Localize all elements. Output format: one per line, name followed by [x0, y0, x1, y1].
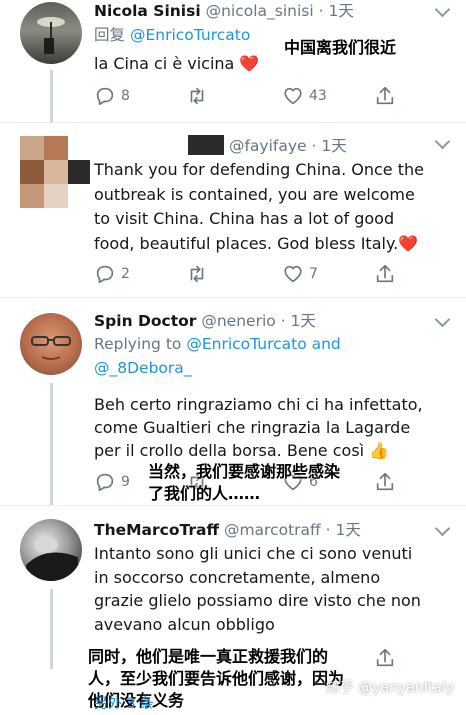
avatar[interactable] [20, 313, 82, 375]
share-button[interactable] [374, 85, 396, 107]
reply-button[interactable]: 9 [94, 471, 130, 493]
reply-context-line2: @_8Debora_ [94, 359, 192, 377]
chevron-down-icon[interactable] [434, 133, 451, 150]
handle[interactable]: @marcotraff [224, 521, 321, 539]
like-count: 7 [309, 266, 318, 282]
action-bar: 2 7 [94, 263, 424, 289]
reply-count: 9 [121, 474, 130, 490]
display-name[interactable]: TheMarcoTraff [94, 521, 219, 539]
retweet-icon [190, 265, 204, 283]
share-icon [376, 472, 394, 491]
avatar-photo [31, 336, 71, 360]
like-button[interactable]: 43 [282, 85, 327, 107]
translation-caption-2: 当然，我们要感谢那些感染 了我们的人…… [148, 462, 341, 503]
tweet-header: Spin Doctor @nenerio · 1天 [94, 309, 316, 331]
share-button[interactable] [374, 647, 396, 669]
share-icon [376, 86, 394, 105]
reply-button[interactable]: 8 [94, 85, 130, 107]
avatar-photo [37, 17, 65, 54]
timestamp[interactable]: · 1天 [281, 312, 316, 330]
reply-prefix: 回复 [94, 26, 126, 44]
reply-context: Replying to @EnricoTurcato and [94, 335, 341, 353]
thread-line [50, 70, 53, 122]
share-button[interactable] [374, 471, 396, 493]
tweet-header: Nicola Sinisi @nicola_sinisi · 1天 [94, 0, 354, 21]
retweet-button[interactable] [186, 263, 213, 285]
heart-icon [284, 87, 302, 105]
more-replies-link[interactable]: 另外 3 条 [94, 694, 154, 715]
chevron-down-icon[interactable] [434, 520, 451, 537]
avatar[interactable] [20, 136, 92, 208]
display-name[interactable]: Spin Doctor [94, 312, 196, 330]
reply-prefix: Replying to [94, 335, 182, 353]
tweet-text: Thank you for defending China. Once the … [94, 160, 424, 253]
avatar[interactable] [20, 519, 82, 581]
thread-line [50, 383, 53, 505]
reply-count: 2 [121, 266, 130, 282]
tweet-text: la Cina ci è vicina ❤️ [94, 54, 260, 73]
avatar-photo [26, 537, 78, 581]
retweet-icon [190, 87, 204, 105]
handle[interactable]: @nicola_sinisi [206, 2, 314, 20]
reply-icon [96, 87, 114, 106]
timestamp[interactable]: · 1天 [311, 137, 346, 155]
tweet-header: @fayifaye · 1天 [188, 134, 347, 156]
reply-count: 8 [121, 88, 130, 104]
chevron-down-icon[interactable] [434, 311, 451, 328]
display-name[interactable]: Nicola Sinisi [94, 2, 201, 20]
reply-icon [96, 265, 114, 284]
avatar[interactable] [20, 2, 82, 64]
reply-to-link[interactable]: @EnricoTurcato and [186, 335, 340, 353]
tweet-text: Beh certo ringraziamo chi ci ha infettat… [94, 395, 423, 460]
action-bar: 8 43 [94, 85, 424, 111]
heart-icon [284, 265, 302, 283]
like-count: 43 [309, 88, 327, 104]
translation-caption-1: 中国离我们很近 [284, 38, 397, 57]
reply-button[interactable]: 2 [94, 263, 130, 285]
chevron-down-icon[interactable] [434, 1, 451, 18]
share-button[interactable] [374, 263, 396, 285]
handle[interactable]: @fayifaye [229, 137, 307, 155]
tweet-fayifaye[interactable]: @fayifaye · 1天 Thank you for defending C… [0, 122, 466, 298]
tweet-header: TheMarcoTraff @marcotraff · 1天 [94, 518, 361, 540]
reply-icon [96, 473, 114, 492]
handle[interactable]: @nenerio [201, 312, 275, 330]
timestamp[interactable]: · 1天 [326, 521, 361, 539]
tweet-nicola-sinisi[interactable]: Nicola Sinisi @nicola_sinisi · 1天 回复 @En… [0, 0, 466, 123]
share-icon [376, 264, 394, 283]
timestamp[interactable]: · 1天 [319, 2, 354, 20]
thread-line [50, 589, 53, 669]
avatar-pixelated [20, 136, 90, 208]
retweet-button[interactable] [186, 85, 213, 107]
reply-to-link[interactable]: @EnricoTurcato [130, 26, 250, 44]
like-button[interactable]: 7 [282, 263, 318, 285]
reply-to-link-2[interactable]: @_8Debora_ [94, 359, 192, 377]
share-icon [376, 648, 394, 667]
watermark: 知乎 @yanyanItaly [325, 680, 454, 696]
reply-context: 回复 @EnricoTurcato [94, 23, 250, 45]
tweet-text: Intanto sono gli unici che ci sono venut… [94, 544, 421, 634]
redacted-block [188, 135, 224, 155]
